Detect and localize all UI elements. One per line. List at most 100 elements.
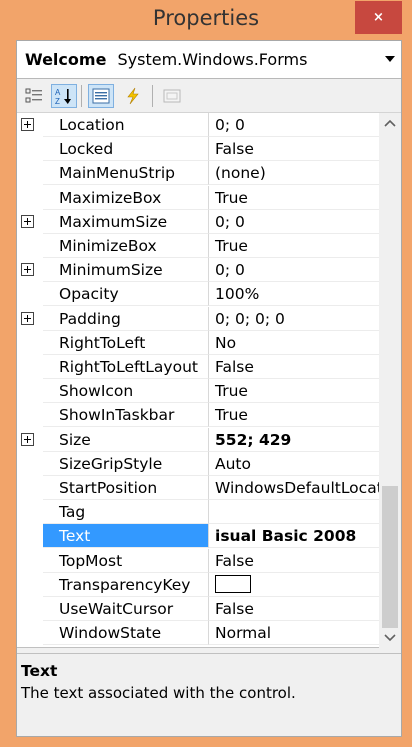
description-panel: Text The text associated with the contro… [17,653,401,735]
property-row[interactable]: MaximizeBox True [17,185,379,210]
property-value[interactable]: False [209,355,379,379]
property-value[interactable]: True [209,234,379,258]
close-icon: × [373,10,384,25]
property-row[interactable]: MinimumSize 0; 0 [17,258,379,283]
property-row[interactable]: MaximumSize 0; 0 [17,209,379,234]
property-value[interactable]: False [209,597,379,621]
vertical-scrollbar[interactable] [379,113,401,648]
property-row[interactable]: UseWaitCursor False [17,597,379,621]
property-pages-button[interactable] [159,84,185,108]
property-value[interactable]: 0; 0 [209,210,379,234]
property-name[interactable]: Text [43,524,209,549]
property-row[interactable]: TransparencyKey [17,572,379,597]
property-value[interactable]: 552; 429 [209,428,379,452]
window-title: Properties [152,6,260,30]
property-row[interactable]: RightToLeftLayout False [17,355,379,379]
property-name[interactable]: Location [43,113,209,137]
property-pages-icon [163,89,181,103]
categorized-button[interactable] [21,84,47,108]
property-name[interactable]: MinimumSize [43,258,209,283]
property-row[interactable]: SizeGripStyle Auto [17,451,379,476]
property-name[interactable]: MinimizeBox [43,234,209,258]
property-row[interactable]: MinimizeBox True [17,234,379,258]
property-name[interactable]: MaximizeBox [43,185,209,210]
property-value[interactable]: 0; 0 [209,113,379,137]
chevron-down-icon[interactable] [385,56,395,62]
properties-button[interactable] [88,84,114,108]
property-name[interactable]: TopMost [43,548,209,573]
property-value[interactable]: 0; 0 [209,258,379,283]
svg-text:A: A [55,88,61,97]
property-row[interactable]: Padding 0; 0; 0; 0 [17,306,379,331]
alphabetical-button[interactable]: A Z [51,84,77,108]
object-name: Welcome [25,50,107,69]
property-row[interactable]: MainMenuStrip (none) [17,161,379,186]
property-value[interactable]: False [209,549,379,573]
property-row[interactable]: Locked False [17,137,379,162]
property-value[interactable]: (none) [209,161,379,186]
title-bar[interactable]: Properties × [0,0,412,40]
property-name[interactable]: StartPosition [43,476,209,500]
property-value[interactable]: isual Basic 2008 [209,524,379,549]
property-name[interactable]: Padding [43,306,209,331]
color-swatch[interactable] [215,575,251,594]
property-name[interactable]: ShowIcon [43,379,209,404]
property-name[interactable]: MaximumSize [43,209,209,234]
property-value[interactable]: 100% [209,282,379,307]
property-name[interactable]: Tag [43,500,209,525]
property-value[interactable]: Auto [209,452,379,476]
toolbar-separator [152,85,153,107]
property-name[interactable]: Size [43,427,209,452]
properties-window: Properties × Welcome System.Windows.Form… [0,0,412,747]
description-text: The text associated with the control. [21,684,296,702]
property-row[interactable]: TopMost False [17,548,379,573]
property-row[interactable]: Size 552; 429 [17,427,379,452]
expand-plus-icon[interactable] [21,311,34,325]
property-row[interactable]: RightToLeft No [17,330,379,355]
expand-plus-icon[interactable] [21,118,34,131]
property-row[interactable]: Text isual Basic 2008 [17,524,379,549]
property-name[interactable]: WindowState [43,621,209,646]
property-name[interactable]: ShowInTaskbar [43,403,209,428]
categorized-icon [25,88,42,103]
property-name[interactable]: TransparencyKey [43,572,209,597]
property-value[interactable]: No [209,331,379,355]
scroll-up-button[interactable] [379,113,401,133]
property-name[interactable]: RightToLeftLayout [43,355,209,379]
object-selector[interactable]: Welcome System.Windows.Forms [17,41,401,79]
property-name[interactable]: MainMenuStrip [43,161,209,186]
property-value[interactable]: Normal [209,621,379,646]
sort-alphabetical-icon: A Z [55,88,71,105]
property-row[interactable]: WindowState Normal [17,621,379,646]
property-value[interactable]: True [209,403,379,428]
expand-plus-icon[interactable] [21,214,34,228]
svg-text:Z: Z [55,97,60,105]
property-value[interactable]: WindowsDefaultLocation [209,476,379,500]
property-name[interactable]: Locked [43,137,209,162]
property-name[interactable]: UseWaitCursor [43,597,209,621]
property-row[interactable]: ShowInTaskbar True [17,403,379,428]
property-name[interactable]: SizeGripStyle [43,451,209,476]
events-button[interactable] [120,84,146,108]
property-value[interactable]: False [209,137,379,162]
property-row[interactable]: StartPositionWindowsDefaultLocation [17,476,379,500]
property-row[interactable]: Opacity 100% [17,282,379,307]
expand-plus-icon[interactable] [21,263,34,277]
property-value[interactable]: 0; 0; 0; 0 [209,307,379,331]
property-row[interactable]: Tag [17,500,379,525]
property-name[interactable]: RightToLeft [43,330,209,355]
property-row[interactable]: Location 0; 0 [17,113,379,137]
toolbar-separator [81,85,82,107]
property-value[interactable]: True [209,186,379,210]
property-value[interactable] [209,500,379,525]
property-name[interactable]: Opacity [43,282,209,307]
close-button[interactable]: × [355,1,402,34]
property-value[interactable]: True [209,379,379,404]
property-value[interactable] [209,573,379,597]
expand-plus-icon[interactable] [21,432,34,446]
scroll-down-button[interactable] [379,628,401,648]
chevron-down-icon [384,634,396,642]
scroll-thumb[interactable] [382,486,398,628]
property-row[interactable]: ShowIcon True [17,379,379,404]
lightning-events-icon [127,87,139,105]
